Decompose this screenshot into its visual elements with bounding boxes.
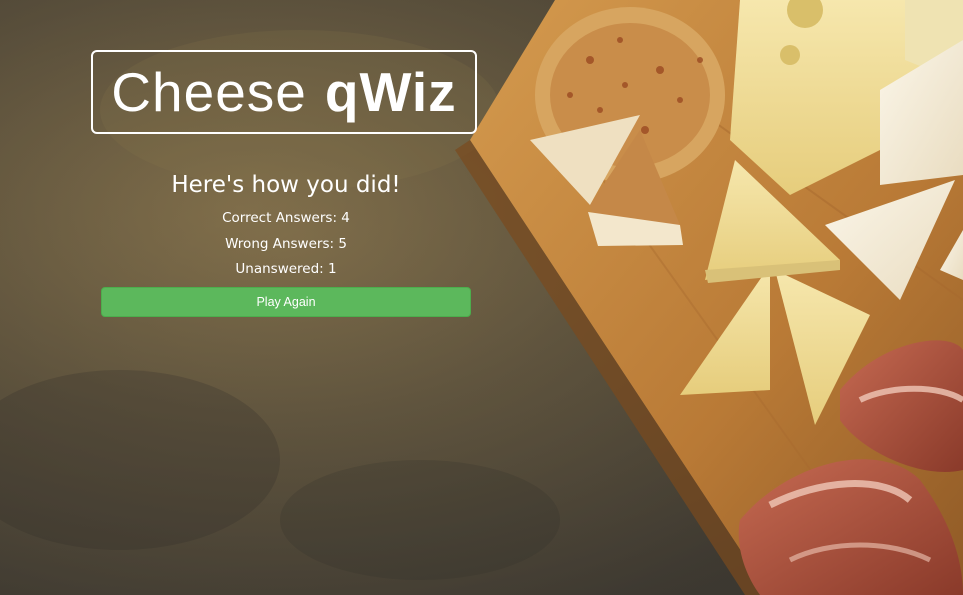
wrong-answers-count: Wrong Answers: 5 xyxy=(225,235,347,252)
results-heading: Here's how you did! xyxy=(171,172,401,198)
app-title-word-qwiz: qWiz xyxy=(324,61,457,123)
play-again-button[interactable]: Play Again xyxy=(101,287,471,317)
quiz-page: Cheese qWiz Here's how you did! Correct … xyxy=(0,0,963,595)
app-title-word-cheese: Cheese xyxy=(111,61,307,123)
app-title: Cheese qWiz xyxy=(91,50,477,134)
correct-answers-count: Correct Answers: 4 xyxy=(222,210,350,226)
unanswered-count: Unanswered: 1 xyxy=(235,261,337,277)
results-panel: Here's how you did! Correct Answers: 4 W… xyxy=(101,170,471,285)
